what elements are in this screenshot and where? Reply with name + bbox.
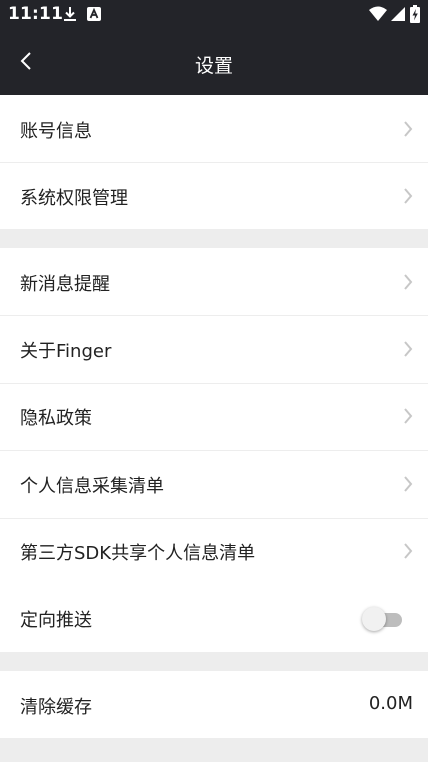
settings-item-label: 第三方SDK共享个人信息清单: [20, 543, 256, 564]
a-notification-icon: [87, 6, 101, 26]
settings-item-clear-cache[interactable]: 清除缓存 0.0M: [0, 671, 428, 738]
settings-item-label: 账号信息: [20, 121, 92, 142]
settings-group-storage: 清除缓存 0.0M: [0, 671, 428, 738]
settings-item-privacy-policy[interactable]: 隐私政策: [0, 384, 428, 450]
settings-screen: 11:11 设置 账号信息 系统权限管理 新消息提醒 关于Finger 隐私政策…: [0, 0, 428, 762]
status-notification-icons: [63, 6, 101, 26]
settings-item-about[interactable]: 关于Finger: [0, 316, 428, 383]
chevron-right-icon: [402, 120, 414, 138]
wifi-icon: [369, 6, 387, 26]
status-bar: 11:11: [0, 0, 428, 30]
settings-item-label: 个人信息采集清单: [20, 476, 164, 497]
cellular-signal-icon: [391, 6, 406, 26]
settings-item-label: 隐私政策: [20, 408, 92, 429]
chevron-right-icon: [402, 187, 414, 205]
chevron-right-icon: [402, 407, 414, 425]
battery-charging-icon: [410, 5, 420, 27]
status-time: 11:11: [8, 4, 64, 24]
settings-item-system-permissions[interactable]: 系统权限管理: [0, 163, 428, 229]
settings-item-third-party-sdk-list[interactable]: 第三方SDK共享个人信息清单: [0, 519, 428, 585]
toggle-thumb: [362, 607, 386, 631]
settings-item-label: 定向推送: [20, 610, 92, 631]
title-bar: 设置: [0, 30, 428, 95]
page-title: 设置: [194, 55, 233, 77]
download-icon: [63, 6, 77, 26]
chevron-right-icon: [402, 273, 414, 291]
settings-item-targeted-push: 定向推送: [0, 585, 428, 652]
cache-size-value: 0.0M: [368, 693, 413, 714]
chevron-right-icon: [402, 542, 414, 560]
settings-item-label: 清除缓存: [20, 697, 92, 718]
settings-group-general: 新消息提醒 关于Finger 隐私政策 个人信息采集清单 第三方SDK共享个人信…: [0, 248, 428, 652]
status-system-icons: [369, 5, 420, 27]
settings-item-label: 系统权限管理: [20, 188, 128, 209]
settings-item-account-info[interactable]: 账号信息: [0, 95, 428, 162]
targeted-push-toggle[interactable]: [362, 606, 402, 632]
settings-item-new-message-alerts[interactable]: 新消息提醒: [0, 248, 428, 315]
chevron-right-icon: [402, 340, 414, 358]
settings-group-account: 账号信息 系统权限管理: [0, 95, 428, 229]
settings-item-label: 关于Finger: [20, 341, 112, 362]
settings-item-personal-info-list[interactable]: 个人信息采集清单: [0, 451, 428, 518]
chevron-right-icon: [402, 475, 414, 493]
settings-item-label: 新消息提醒: [20, 274, 110, 295]
